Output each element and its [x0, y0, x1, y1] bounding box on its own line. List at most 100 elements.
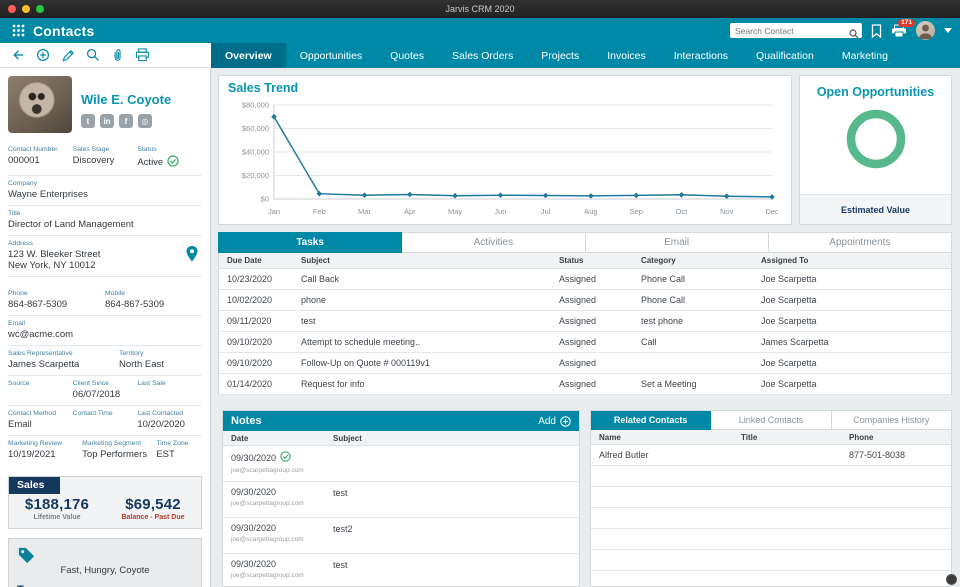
list-item[interactable]: 09/30/2020 joe@scarpettagroup.com test [223, 482, 579, 518]
list-item[interactable]: 09/30/2020 joe@scarpettagroup.com [223, 446, 579, 482]
lifetime-value[interactable]: $188,176 Lifetime Value [9, 496, 105, 521]
field-contact-number: Contact Number 000001 [8, 146, 58, 166]
svg-text:Jul: Jul [541, 207, 551, 216]
table-row[interactable]: 10/02/2020 phone Assigned Phone Call Joe Sca… [219, 290, 951, 311]
zoom-button[interactable] [36, 5, 44, 13]
status-check-icon [167, 155, 179, 170]
tab-opportunities[interactable]: Opportunities [286, 43, 376, 68]
table-row[interactable]: 09/10/2020 Attempt to schedule meeting.. A… [219, 332, 951, 353]
header-actions: 171 [730, 18, 952, 40]
svg-text:$40,000: $40,000 [242, 148, 269, 157]
estimated-value-label: Estimated Value [800, 194, 951, 224]
field-address: Address 123 W. Bleeker Street New York, … [8, 236, 202, 277]
close-button[interactable] [8, 5, 16, 13]
contact-sidebar: Wile E. Coyote t in f ◎ Contact Number 00… [0, 68, 211, 587]
linkedin-icon[interactable]: in [100, 114, 114, 128]
note-check-icon [280, 451, 291, 464]
search-box [730, 23, 862, 38]
tab-related-contacts[interactable]: Related Contacts [591, 411, 712, 430]
print-queue-icon[interactable]: 171 [891, 18, 915, 38]
balance-past-due[interactable]: $69,542 Balance - Past Due [105, 496, 201, 521]
map-pin-icon[interactable] [186, 246, 198, 267]
table-row[interactable]: 10/23/2020 Call Back Assigned Phone Call Joe… [219, 269, 951, 290]
attachment-icon[interactable] [111, 48, 124, 62]
notes-title: Notes [231, 415, 262, 427]
tab-marketing[interactable]: Marketing [828, 43, 902, 68]
window-title: Jarvis CRM 2020 [445, 4, 515, 14]
svg-text:Oct: Oct [676, 207, 689, 216]
tab-tasks[interactable]: Tasks [218, 232, 403, 253]
apps-grid-icon[interactable] [12, 24, 25, 37]
svg-text:Mar: Mar [358, 207, 371, 216]
svg-text:$20,000: $20,000 [242, 171, 269, 180]
add-circle-icon [560, 415, 571, 427]
table-row-empty[interactable] [591, 529, 951, 550]
search-input[interactable] [730, 23, 862, 38]
twitter-icon[interactable]: t [81, 114, 95, 128]
search-icon[interactable] [86, 48, 100, 62]
edit-icon[interactable] [61, 48, 75, 62]
table-row[interactable]: 09/11/2020 test Assigned test phone Joe Scar… [219, 311, 951, 332]
tab-quotes[interactable]: Quotes [376, 43, 438, 68]
bookmark-icon[interactable] [871, 23, 882, 38]
table-row[interactable]: 09/10/2020 Follow-Up on Quote # 000119v1 A… [219, 353, 951, 374]
add-note-button[interactable]: Add [538, 416, 571, 427]
contact-fields: Contact Number 000001 Sales Stage Discover… [8, 142, 202, 465]
table-row-empty[interactable] [591, 508, 951, 529]
list-item[interactable]: 09/30/2020 joe@scarpettagroup.com test [223, 554, 579, 586]
svg-text:May: May [448, 207, 462, 216]
tasks-table: Due Date Subject Status Category Assigne… [218, 253, 952, 395]
tab-overview[interactable]: Overview [211, 43, 286, 68]
tags-card: Fast, Hungry, Coyote Tags [8, 538, 202, 587]
table-row-empty[interactable] [591, 571, 951, 586]
related-columns: Name Title Phone [591, 430, 951, 445]
table-row-empty[interactable] [591, 487, 951, 508]
print-icon[interactable] [135, 48, 150, 62]
page-title: Contacts [33, 22, 95, 39]
minimize-button[interactable] [22, 5, 30, 13]
tab-companies-history[interactable]: Companies History [831, 411, 951, 430]
facebook-icon[interactable]: f [119, 114, 133, 128]
field-title: Title Director of Land Management [8, 210, 134, 230]
tab-email[interactable]: Email [585, 232, 769, 253]
field-marketing-review: Marketing Review 10/19/2021 [8, 440, 63, 460]
notes-header: Notes Add [223, 411, 579, 431]
svg-text:Sep: Sep [630, 207, 643, 216]
tab-interactions[interactable]: Interactions [660, 43, 742, 68]
module-tab-bar: Overview Opportunities Quotes Sales Orde… [211, 43, 960, 68]
add-record-icon[interactable] [36, 48, 50, 62]
svg-text:Nov: Nov [720, 207, 734, 216]
field-source: Source [8, 380, 30, 387]
tab-qualification[interactable]: Qualification [742, 43, 828, 68]
tab-invoices[interactable]: Invoices [593, 43, 660, 68]
table-row-empty[interactable] [591, 466, 951, 487]
field-territory: Territory North East [119, 350, 164, 370]
main-content: Sales Trend $80,000 $60,000 $40,000 $20,000… [211, 68, 960, 587]
dropdown-caret-icon[interactable] [944, 28, 952, 33]
field-marketing-segment: Marketing Segment Top Performers [82, 440, 148, 460]
table-row[interactable]: Alfred Butler 877-501-8038 [591, 445, 951, 466]
instagram-icon[interactable]: ◎ [138, 114, 152, 128]
list-item[interactable]: 09/30/2020 joe@scarpettagroup.com test2 [223, 518, 579, 554]
system-status-dot [946, 574, 957, 585]
tab-projects[interactable]: Projects [527, 43, 593, 68]
table-row-empty[interactable] [591, 550, 951, 571]
related-tab-bar: Related Contacts Linked Contacts Compani… [591, 411, 951, 430]
contact-photo[interactable] [8, 76, 72, 133]
field-contact-time: Contact Time [72, 410, 113, 417]
open-opportunities-card: Open Opportunities Estimated Value [799, 75, 952, 225]
tags-value[interactable]: Fast, Hungry, Coyote [15, 565, 195, 576]
app-window: Jarvis CRM 2020 Contacts 171 [0, 0, 960, 587]
tab-appointments[interactable]: Appointments [768, 232, 952, 253]
back-icon[interactable] [11, 48, 25, 62]
tab-sales-orders[interactable]: Sales Orders [438, 43, 527, 68]
table-row[interactable]: 01/14/2020 Request for info Assigned Set a … [219, 374, 951, 395]
tab-linked-contacts[interactable]: Linked Contacts [711, 411, 832, 430]
search-icon[interactable] [849, 26, 859, 44]
notes-columns: Date Subject [223, 431, 579, 446]
user-avatar[interactable] [916, 21, 935, 40]
field-mobile: Mobile 864-867-5309 [105, 290, 165, 310]
svg-text:Feb: Feb [313, 207, 326, 216]
contact-name: Wile E. Coyote [81, 92, 172, 107]
tab-activities[interactable]: Activities [402, 232, 586, 253]
